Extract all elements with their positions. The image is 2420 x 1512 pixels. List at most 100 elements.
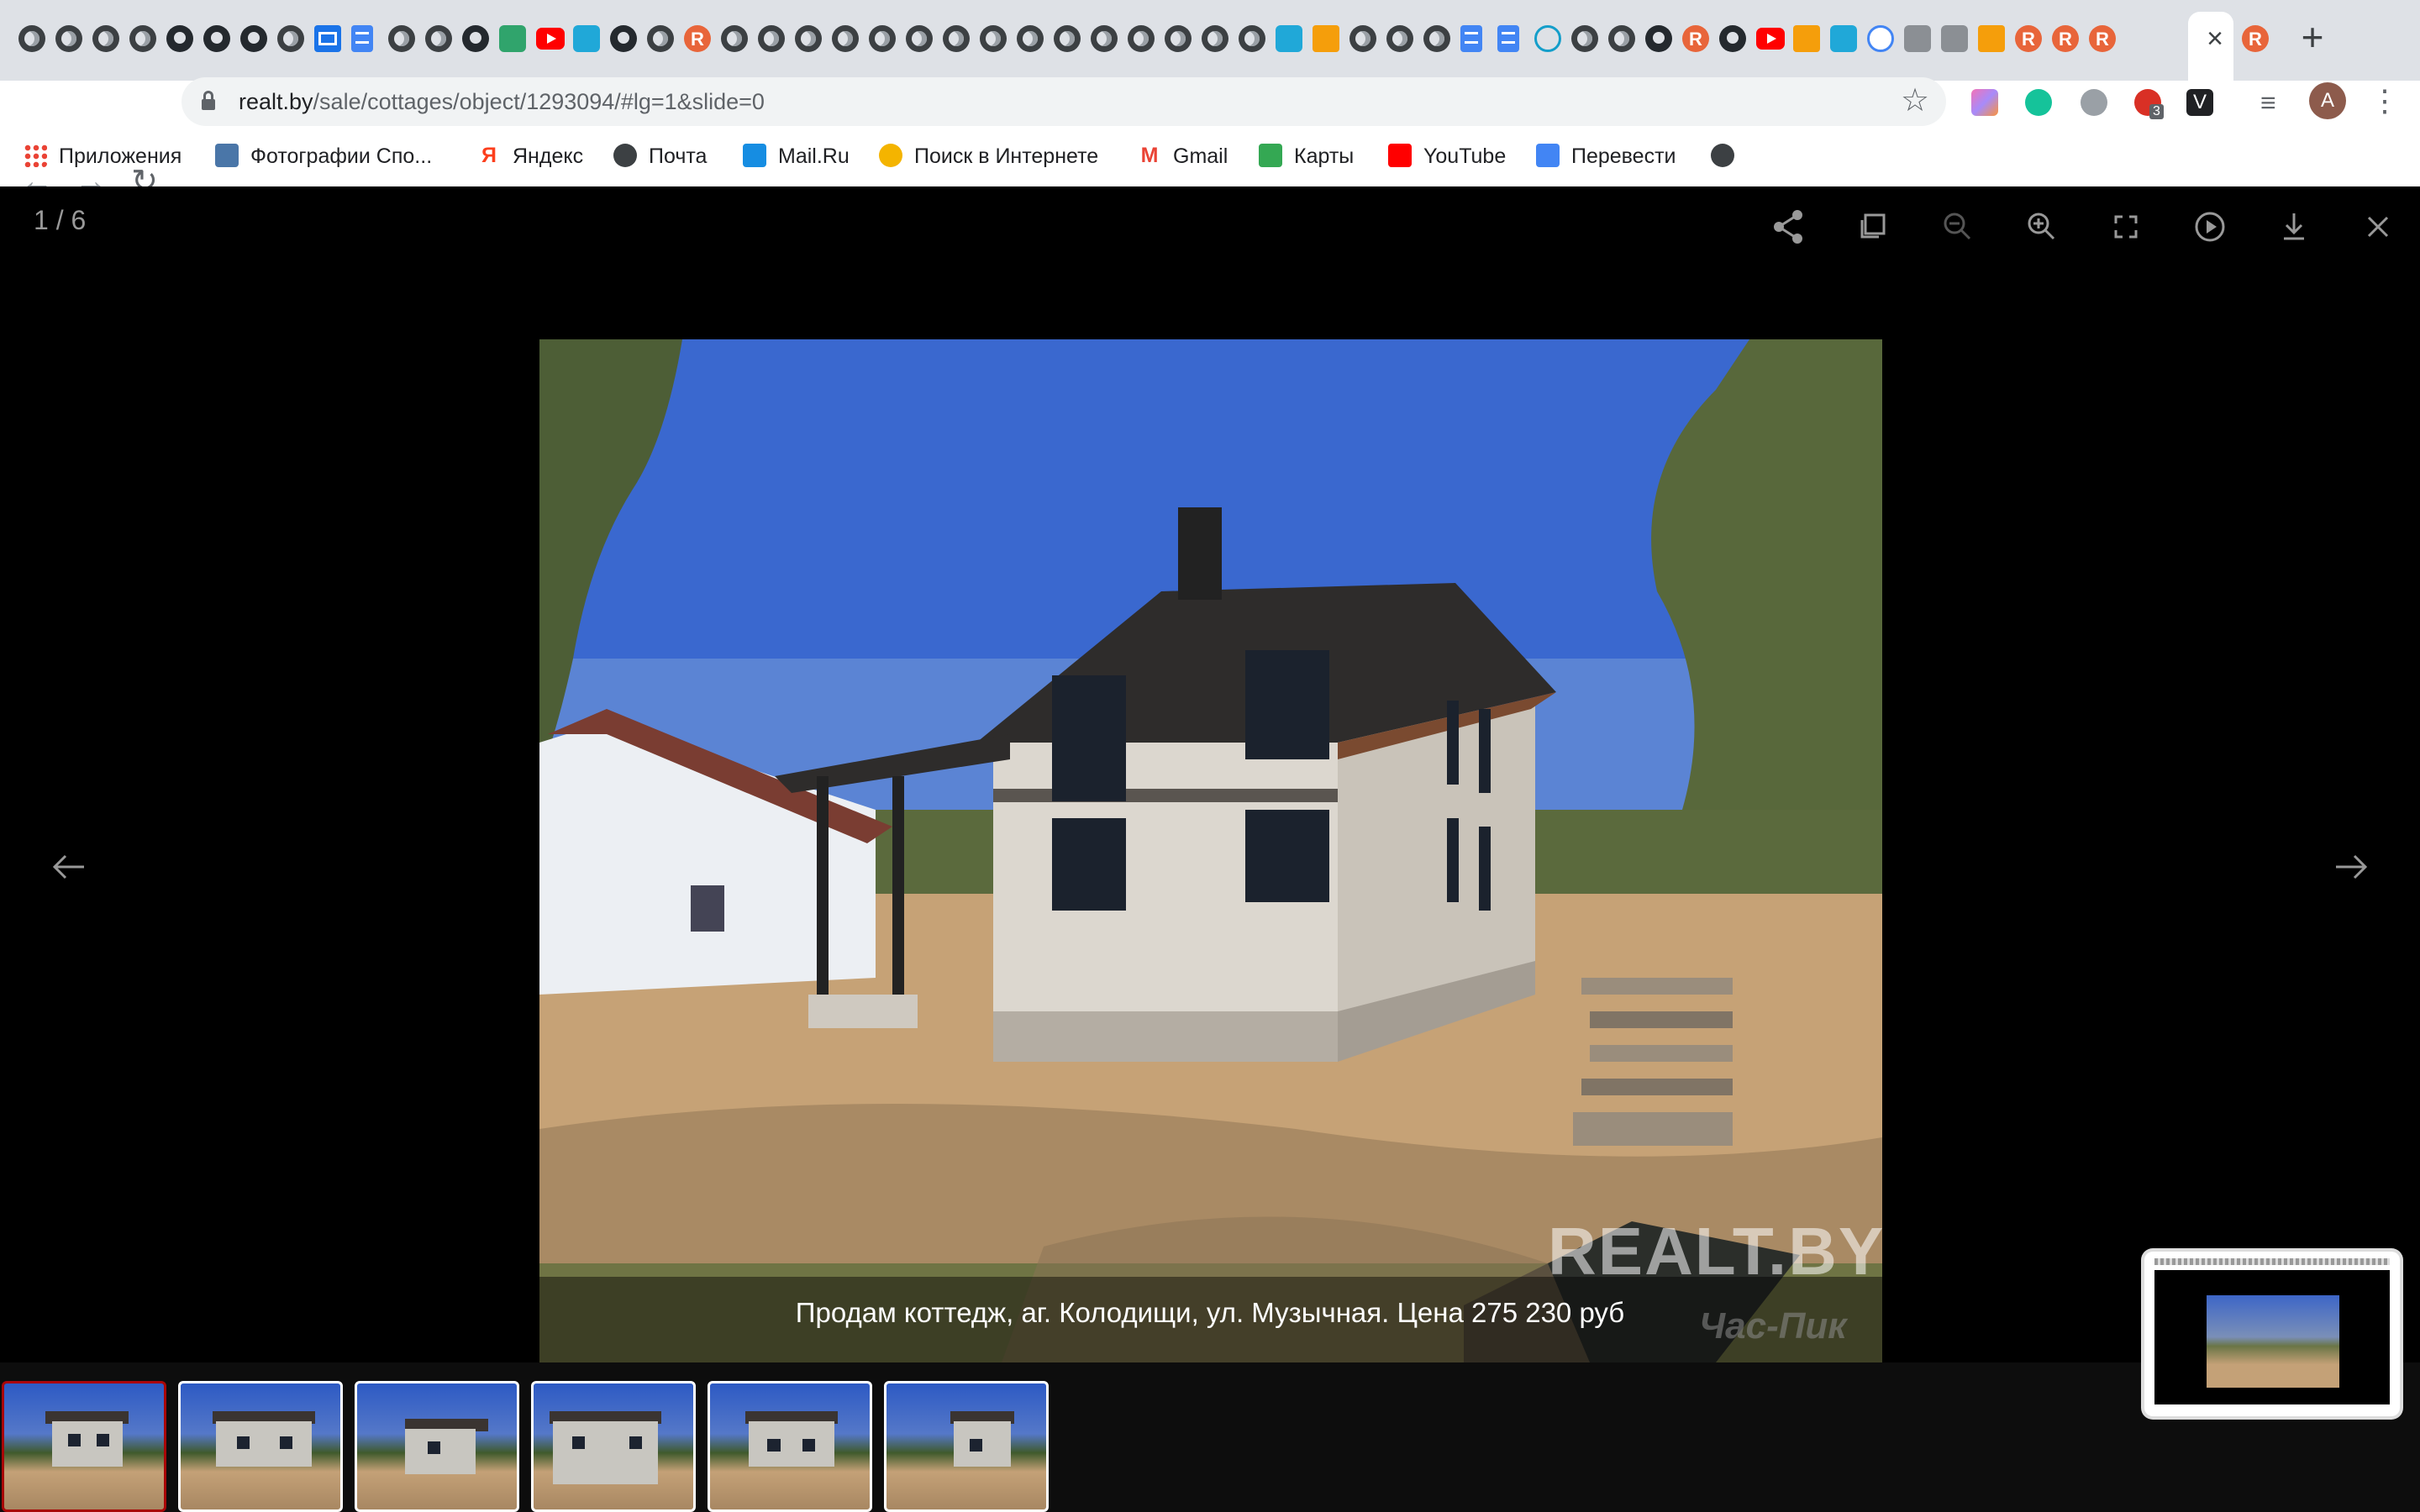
share-icon[interactable]	[1767, 205, 1811, 249]
tab-favicon-realt-icon[interactable]	[2089, 25, 2116, 52]
tab-favicon-globe-icon[interactable]	[721, 25, 748, 52]
thumbnail-4[interactable]	[531, 1381, 696, 1512]
tab-favicon-globe-icon[interactable]	[795, 25, 822, 52]
tab-favicon-globe-icon[interactable]	[869, 25, 896, 52]
tab-favicon-globe-icon[interactable]	[1349, 25, 1376, 52]
tab-favicon-globe-icon[interactable]	[1386, 25, 1413, 52]
tab-favicon-realt-icon[interactable]	[1682, 25, 1709, 52]
tab-favicon-globe-icon[interactable]	[1128, 25, 1155, 52]
bookmark-item[interactable]	[1711, 133, 1746, 180]
tab-favicon-gg-icon[interactable]	[1867, 25, 1894, 52]
tab-favicon-globe-icon[interactable]	[18, 25, 45, 52]
tab-favicon-globe-icon[interactable]	[832, 25, 859, 52]
bookmark-item[interactable]: Перевести	[1536, 133, 1676, 180]
tab-favicon-realt-icon[interactable]	[2242, 25, 2269, 52]
thumbnail-2[interactable]	[178, 1381, 343, 1512]
tab-favicon-realt-icon[interactable]	[2015, 25, 2042, 52]
tab-favicon-github-icon[interactable]	[610, 25, 637, 52]
tab-favicon-github-icon[interactable]	[166, 25, 193, 52]
tab-favicon-react-icon[interactable]	[1534, 25, 1561, 52]
tab-favicon-doc-icon[interactable]	[1460, 25, 1482, 52]
v-extension-icon[interactable]: V	[2186, 89, 2213, 116]
thumbnail-3[interactable]	[355, 1381, 519, 1512]
bookmark-item[interactable]: Я Яндекс	[477, 133, 583, 180]
tab-favicon-doc-icon[interactable]	[351, 25, 373, 52]
bookmark-item[interactable]: Карты	[1259, 133, 1354, 180]
zoom-in-icon[interactable]	[2020, 205, 2064, 249]
bookmark-item[interactable]: Приложения	[24, 133, 182, 180]
tab-favicon-orange-icon[interactable]	[1978, 25, 2005, 52]
paw-extension-icon[interactable]	[2081, 89, 2107, 116]
tab-favicon-globe-icon[interactable]	[388, 25, 415, 52]
close-tab-icon[interactable]: ×	[2202, 24, 2228, 53]
tab-favicon-github-icon[interactable]	[1719, 25, 1746, 52]
tab-favicon-realt-icon[interactable]	[684, 25, 711, 52]
tab-favicon-teal-icon[interactable]	[1830, 25, 1857, 52]
grammarly-icon[interactable]	[2025, 89, 2052, 116]
tab-favicon-yt-icon[interactable]	[536, 28, 565, 50]
bookmark-item[interactable]: Поиск в Интернете	[879, 133, 1098, 180]
next-slide-arrow-icon[interactable]	[2326, 842, 2376, 892]
tab-favicon-realt-icon[interactable]	[2052, 25, 2079, 52]
tab-favicon-globe-icon[interactable]	[906, 25, 933, 52]
tab-favicon-gray-icon[interactable]	[1904, 25, 1931, 52]
tab-favicon-globe-icon[interactable]	[1054, 25, 1081, 52]
tab-favicon-globe-icon[interactable]	[277, 25, 304, 52]
tab-favicon-gray-icon[interactable]	[1941, 25, 1968, 52]
tab-favicon-yt-icon[interactable]	[1756, 28, 1785, 50]
tab-favicon-globe-icon[interactable]	[1423, 25, 1450, 52]
previous-slide-arrow-icon[interactable]	[44, 842, 94, 892]
tab-favicon-orange-icon[interactable]	[1793, 25, 1820, 52]
tab-favicon-teal-icon[interactable]	[1276, 25, 1302, 52]
tab-favicon-green-icon[interactable]	[499, 25, 526, 52]
screen-preview-thumbnail[interactable]	[2144, 1252, 2400, 1416]
close-gallery-icon[interactable]	[2356, 205, 2400, 249]
tab-favicon-globe-icon[interactable]	[1202, 25, 1228, 52]
thumbnails-toggle-icon[interactable]	[1852, 205, 1896, 249]
tab-favicon-github-icon[interactable]	[1645, 25, 1672, 52]
tab-favicon-github-icon[interactable]	[462, 25, 489, 52]
tab-favicon-globe-icon[interactable]	[943, 25, 970, 52]
tab-favicon-doc-icon[interactable]	[1497, 25, 1519, 52]
tab-favicon-globe-icon[interactable]	[425, 25, 452, 52]
tab-favicon-globe-icon[interactable]	[980, 25, 1007, 52]
thumbnail-5[interactable]	[708, 1381, 872, 1512]
gallery-photo[interactable]: REALT.BY Час-Пик	[539, 339, 1882, 1362]
tab-favicon-globe-icon[interactable]	[1165, 25, 1192, 52]
bookmark-item[interactable]: YouTube	[1388, 133, 1506, 180]
autoplay-icon[interactable]	[2188, 205, 2232, 249]
tab-favicon-globe-icon[interactable]	[92, 25, 119, 52]
zoom-out-icon[interactable]	[1936, 205, 1980, 249]
fullscreen-icon[interactable]	[2104, 205, 2148, 249]
thumbnail-6[interactable]	[884, 1381, 1049, 1512]
address-bar[interactable]: realt.by/sale/cottages/object/1293094/#l…	[182, 77, 1946, 126]
tab-favicon-globe-icon[interactable]	[1017, 25, 1044, 52]
bookmark-item[interactable]: M Gmail	[1138, 133, 1228, 180]
tab-favicon-globe-icon[interactable]	[758, 25, 785, 52]
media-queue-icon[interactable]: ≡	[2260, 89, 2287, 116]
url-text[interactable]: realt.by/sale/cottages/object/1293094/#l…	[239, 77, 765, 126]
tab-favicon-globe-icon[interactable]	[1091, 25, 1118, 52]
bookmark-item[interactable]: Почта	[613, 133, 707, 180]
tab-favicon-orange-icon[interactable]	[1313, 25, 1339, 52]
tab-favicon-globe-icon[interactable]	[1239, 25, 1265, 52]
bookmark-star-icon[interactable]: ☆	[1901, 81, 1929, 121]
tab-favicon-globe-icon[interactable]	[647, 25, 674, 52]
tab-favicon-globe-icon[interactable]	[1608, 25, 1635, 52]
bookmark-item[interactable]: Mail.Ru	[743, 133, 850, 180]
browser-menu-icon[interactable]: ⋮	[2370, 82, 2400, 119]
new-tab-button[interactable]: +	[2294, 18, 2331, 56]
profile-avatar[interactable]: A	[2309, 82, 2346, 119]
adblock-icon[interactable]: 3	[2134, 89, 2164, 119]
download-icon[interactable]	[2272, 205, 2316, 249]
tab-favicon-mail-icon[interactable]	[314, 25, 341, 52]
tab-favicon-github-icon[interactable]	[203, 25, 230, 52]
tab-favicon-globe-icon[interactable]	[55, 25, 82, 52]
tab-favicon-globe-icon[interactable]	[1571, 25, 1598, 52]
color-extension-icon[interactable]	[1971, 89, 1998, 116]
bookmark-item[interactable]: Фотографии Спо...	[215, 133, 432, 180]
tab-favicon-teal-icon[interactable]	[573, 25, 600, 52]
thumbnail-1[interactable]	[2, 1381, 166, 1512]
tab-favicon-globe-icon[interactable]	[129, 25, 156, 52]
tab-favicon-github-icon[interactable]	[240, 25, 267, 52]
